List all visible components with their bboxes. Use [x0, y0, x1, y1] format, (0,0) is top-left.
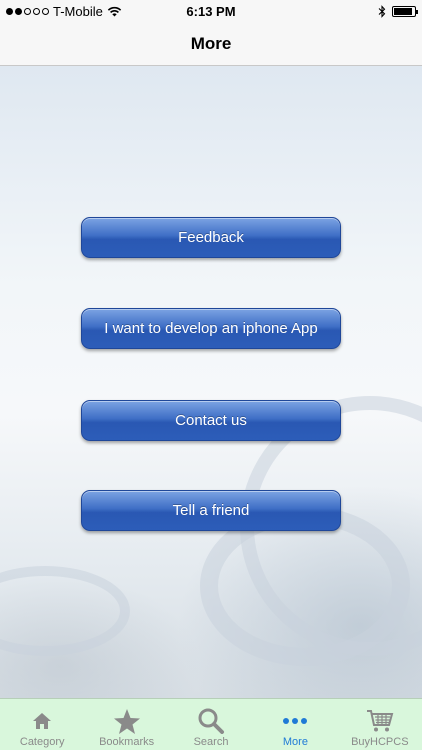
tab-more[interactable]: More: [253, 699, 337, 750]
signal-strength-icon: [6, 7, 49, 15]
tab-category[interactable]: Category: [0, 699, 84, 750]
star-icon: [113, 706, 141, 736]
develop-iphone-app-button[interactable]: I want to develop an iphone App: [81, 308, 341, 349]
tab-bookmarks-label: Bookmarks: [99, 736, 155, 748]
scissors-background-image: [0, 566, 130, 656]
tab-buyhcpcs[interactable]: BuyHCPCS: [338, 699, 422, 750]
search-icon: [197, 706, 225, 736]
bluetooth-icon: [378, 4, 386, 18]
tab-category-label: Category: [19, 736, 65, 748]
content-area: Feedback I want to develop an iphone App…: [0, 66, 422, 698]
feedback-button[interactable]: Feedback: [81, 217, 341, 258]
tab-buyhcpcs-label: BuyHCPCS: [351, 736, 409, 748]
tell-a-friend-button[interactable]: Tell a friend: [81, 490, 341, 531]
contact-us-button[interactable]: Contact us: [81, 400, 341, 441]
tab-more-label: More: [282, 736, 308, 748]
wifi-icon: [107, 6, 122, 16]
home-icon: [31, 706, 53, 736]
status-bar: T-Mobile 6:13 PM: [0, 0, 422, 22]
more-icon: [282, 706, 308, 736]
navigation-bar: More: [0, 22, 422, 66]
carrier-name: T-Mobile: [53, 3, 103, 19]
tab-search-label: Search: [193, 736, 229, 748]
tab-bookmarks[interactable]: Bookmarks: [84, 699, 168, 750]
page-title: More: [190, 33, 232, 53]
battery-icon: [392, 5, 418, 17]
cart-icon: [366, 706, 394, 736]
status-right: [378, 4, 418, 18]
tab-search[interactable]: Search: [169, 699, 253, 750]
status-left: T-Mobile: [6, 4, 122, 19]
tab-bar: Category Bookmarks Search More BuyHCPCS: [0, 698, 422, 750]
